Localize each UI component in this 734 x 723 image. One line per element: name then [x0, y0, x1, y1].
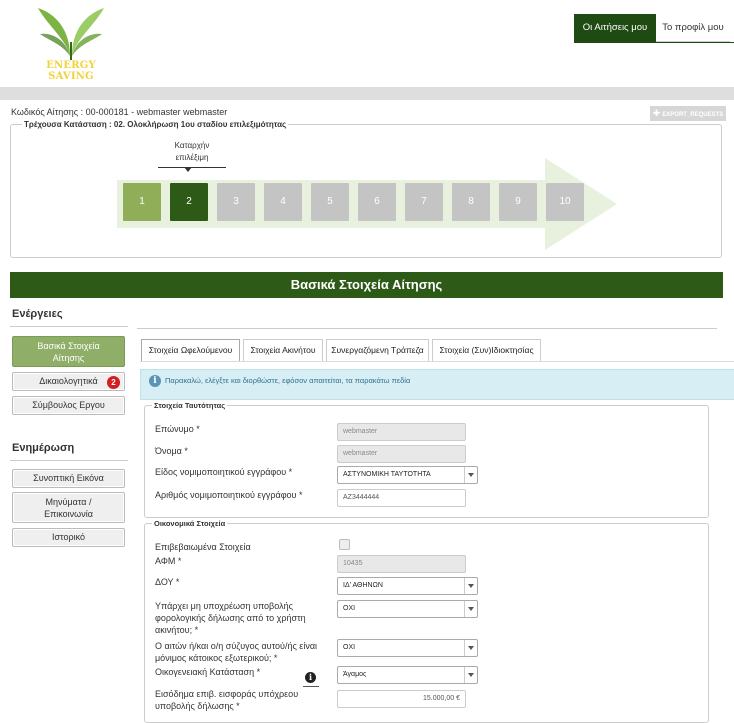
doc-type-value: ΑΣΤΥΝΟΜΙΚΗ ΤΑΥΤΟΤΗΤΑ [343, 471, 431, 478]
chevron-down-icon [464, 467, 477, 483]
leaf-icon [38, 8, 104, 60]
header-divider [0, 87, 734, 100]
family-status-label: Οικογενειακή Κατάσταση * [155, 667, 261, 677]
progress-step-9[interactable]: 9 [499, 183, 537, 221]
energy-saving-logo[interactable]: ENERGY SAVING [26, 4, 116, 82]
info-alert: i Παρακαλώ, ελέγξτε και διορθώστε, εφόσο… [140, 369, 734, 400]
tab-property[interactable]: Στοιχεία Ακινήτου [243, 339, 323, 361]
label-line: υποβολής δήλωσης * [155, 701, 240, 711]
doy-label: ΔΟΥ * [155, 577, 180, 587]
name-input[interactable]: webmaster [337, 445, 466, 463]
progress-step-6[interactable]: 6 [358, 183, 396, 221]
abroad-value: ΟΧΙ [343, 644, 356, 651]
updates-heading: Ενημέρωση [12, 442, 75, 454]
identity-legend: Στοιχεία Ταυτότητας [152, 401, 228, 410]
doc-number-input[interactable]: ΑΖ3444444 [337, 489, 466, 507]
label-line: Ο αιτών ή/και ο/η σύζυγος αυτού/ής είναι [155, 641, 318, 651]
tooltip-caret [184, 167, 192, 172]
sidebar-item-messages[interactable]: Μηνύματα / Επικοινωνία [12, 492, 125, 523]
afm-label: ΑΦΜ * [155, 556, 182, 566]
tab-bank[interactable]: Συνεργαζόμενη Τράπεζα [326, 339, 429, 361]
label-line: φορολογικής δήλωσης από το χρήστη [155, 613, 306, 623]
export-requests-label: EXPORT_REQUESTS [662, 112, 724, 118]
doc-number-label: Αριθμός νομιμοποιητικού εγγράφου * [155, 490, 303, 500]
tooltip-line-1: Καταρχήν [174, 141, 210, 150]
export-requests-button[interactable]: ✚ EXPORT_REQUESTS [650, 106, 726, 121]
nav-my-applications[interactable]: Οι Αιτήσεις μου [574, 14, 656, 42]
step-tooltip: Καταρχήν επιλέξιμη [158, 140, 226, 168]
application-code: Κωδικός Αίτησης : 00-000181 - webmaster … [11, 107, 228, 117]
sidebar-item-label: Αίτησης [52, 353, 85, 363]
info-icon: i [149, 375, 161, 387]
progress-step-3[interactable]: 3 [217, 183, 255, 221]
plus-icon: ✚ [652, 108, 661, 118]
progress-step-5[interactable]: 5 [311, 183, 349, 221]
sidebar-item-label: Δικαιολογητικά [39, 376, 98, 386]
sidebar-item-label: Επικοινωνία [44, 509, 93, 519]
sidebar-item-history[interactable]: Ιστορικό [12, 528, 125, 547]
chevron-down-icon [464, 578, 477, 594]
abroad-select[interactable]: ΟΧΙ [337, 639, 478, 657]
progress-step-8[interactable]: 8 [452, 183, 490, 221]
doc-type-select[interactable]: ΑΣΤΥΝΟΜΙΚΗ ΤΑΥΤΟΤΗΤΑ [337, 466, 478, 484]
actions-divider [10, 326, 128, 327]
afm-input[interactable]: 10435 [337, 555, 466, 573]
info-underline [303, 686, 319, 687]
name-label: Όνομα * [155, 446, 188, 456]
progress-step-1[interactable]: 1 [123, 183, 161, 221]
income-label: Εισόδημα επιβ. εισφοράς υπόχρεου υποβολή… [155, 688, 298, 712]
progress-step-10[interactable]: 10 [546, 183, 584, 221]
label-line: Υπάρχει μη υποχρέωση υποβολής [155, 601, 293, 611]
financial-legend: Οικονομικά Στοιχεία [152, 519, 228, 528]
progress-step-2[interactable]: 2 [170, 183, 208, 221]
main-divider [137, 328, 717, 329]
tax-exemption-label: Υπάρχει μη υποχρέωση υποβολής φορολογική… [155, 600, 306, 636]
section-title: Βασικά Στοιχεία Αίτησης [10, 272, 723, 298]
abroad-label: Ο αιτών ή/και ο/η σύζυγος αυτού/ής είναι… [155, 640, 317, 664]
sidebar-item-label: Βασικά Στοιχεία [37, 341, 100, 351]
app-header: ENERGY SAVING Οι Αιτήσεις μου Το προφίλ … [0, 0, 734, 87]
tooltip-line-2: επιλέξιμη [175, 153, 209, 162]
doy-value: ΙΔ' ΑΘΗΝΩΝ [343, 582, 383, 589]
tax-exemption-select[interactable]: ΟΧΙ [337, 600, 478, 618]
label-line: ακινήτου; * [155, 625, 199, 635]
info-icon[interactable]: i [305, 672, 316, 683]
verified-checkbox[interactable] [339, 539, 350, 550]
family-status-value: Άγαμος [343, 671, 367, 678]
alert-text: Παρακαλώ, ελέγξτε και διορθώστε, εφόσον … [165, 376, 411, 385]
tab-beneficiary[interactable]: Στοιχεία Ωφελούμενου [141, 339, 240, 361]
sidebar-item-summary[interactable]: Συνοπτική Εικόνα [12, 469, 125, 488]
label-line: Εισόδημα επιβ. εισφοράς υπόχρεου [155, 689, 299, 699]
chevron-down-icon [464, 667, 477, 683]
income-input[interactable]: 15.000,00 € [337, 690, 466, 708]
tab-ownership[interactable]: Στοιχεία (Συν)Ιδιοκτησίας [432, 339, 541, 361]
actions-heading: Ενέργειες [12, 308, 63, 320]
current-status: Τρέχουσα Κατάσταση : 02. Ολοκλήρωση 1ου … [22, 120, 289, 129]
doc-type-label: Είδος νομιμοποιητικού εγγράφου * [155, 467, 293, 477]
surname-input[interactable]: webmaster [337, 423, 466, 441]
sidebar-item-label: Μηνύματα / [45, 497, 92, 507]
logo-text: ENERGY SAVING [46, 60, 96, 82]
progress-step-7[interactable]: 7 [405, 183, 443, 221]
sidebar-item-advisor[interactable]: Σύμβουλος Εργου [12, 396, 125, 415]
nav-my-profile[interactable]: Το προφίλ μου [656, 14, 730, 42]
nav-underline [574, 42, 734, 43]
chevron-down-icon [464, 640, 477, 656]
doy-select[interactable]: ΙΔ' ΑΘΗΝΩΝ [337, 577, 478, 595]
documents-count-badge: 2 [107, 376, 120, 389]
progress-step-4[interactable]: 4 [264, 183, 302, 221]
verified-label: Επιβεβαιωμένα Στοιχεία [155, 542, 251, 552]
updates-divider [10, 460, 128, 461]
sidebar-item-basic-info[interactable]: Βασικά Στοιχεία Αίτησης [12, 336, 125, 367]
tax-exemption-value: ΟΧΙ [343, 605, 356, 612]
family-status-select[interactable]: Άγαμος [337, 666, 478, 684]
sidebar-item-documents[interactable]: Δικαιολογητικά 2 [12, 372, 125, 391]
chevron-down-icon [464, 601, 477, 617]
label-line: μόνιμος κάτοικος εξωτερικού; * [155, 653, 278, 663]
tabs-baseline [140, 361, 734, 362]
surname-label: Επώνυμο * [155, 424, 200, 434]
